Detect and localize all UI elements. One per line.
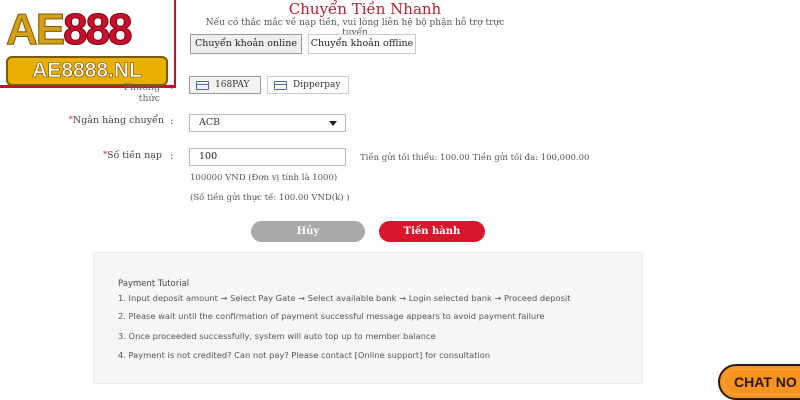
brand-logo[interactable]: AE888 AE8888.NL: [0, 0, 176, 88]
card-icon: [274, 80, 287, 90]
payment-tutorial: Payment Tutorial 1. Input deposit amount…: [93, 252, 643, 384]
tutorial-step: 1. Input deposit amount → Select Pay Gat…: [118, 293, 571, 303]
tutorial-step: 2. Please wait until the confirmation of…: [118, 311, 545, 321]
bank-label-wrap: *Ngân hàng chuyển: [60, 115, 164, 126]
payment-method-label: Phương thức: [123, 82, 160, 104]
amount-limits: Tiền gửi tối thiểu: 100.00 Tiền gửi tối …: [360, 153, 590, 163]
bank-label: Ngân hàng chuyển: [72, 115, 164, 126]
logo-ae: AE: [5, 5, 65, 54]
cancel-button[interactable]: Hủy: [251, 221, 365, 242]
bank-select[interactable]: ACB: [189, 114, 346, 132]
card-icon: [196, 80, 209, 90]
tab-online-transfer[interactable]: Chuyển khoản online: [190, 34, 302, 54]
amount-label: Số tiền nạp: [106, 150, 162, 161]
bank-colon: :: [170, 116, 174, 127]
proceed-button[interactable]: Tiến hành: [379, 221, 485, 242]
amount-colon: :: [170, 151, 174, 162]
logo-888: 888: [63, 5, 133, 54]
amount-label-wrap: *Số tiền nạp: [80, 150, 162, 161]
unit-note: 100000 VND (Đơn vị tính là 1000): [190, 173, 338, 183]
tab-offline-transfer[interactable]: Chuyển khoản offline: [308, 34, 416, 54]
pay-option-label: Dipperpay: [293, 80, 341, 90]
pay-option-dipperpay[interactable]: Dipperpay: [267, 76, 349, 94]
actual-amount-note: (Số tiền gửi thực tế: 100.00 VND(k) ): [190, 193, 350, 203]
bank-selected-value: ACB: [199, 117, 221, 128]
payment-method-colon: :: [170, 81, 174, 92]
logo-wordmark: AE888: [5, 5, 133, 54]
pay-option-label: 168PAY: [215, 80, 250, 90]
tutorial-step: 3. Once proceeded successfully, system w…: [118, 331, 436, 341]
chevron-down-icon: [329, 121, 337, 126]
chat-now-button[interactable]: CHAT NO: [718, 364, 800, 400]
chat-button-inner-ring: [723, 369, 800, 395]
amount-input[interactable]: 100: [189, 148, 346, 166]
tutorial-title: Payment Tutorial: [118, 279, 190, 289]
tutorial-step: 4. Payment is not credited? Can not pay?…: [118, 350, 491, 360]
pay-option-168pay[interactable]: 168PAY: [189, 76, 261, 94]
page-title: Chuyển Tiền Nhanh: [288, 0, 442, 18]
